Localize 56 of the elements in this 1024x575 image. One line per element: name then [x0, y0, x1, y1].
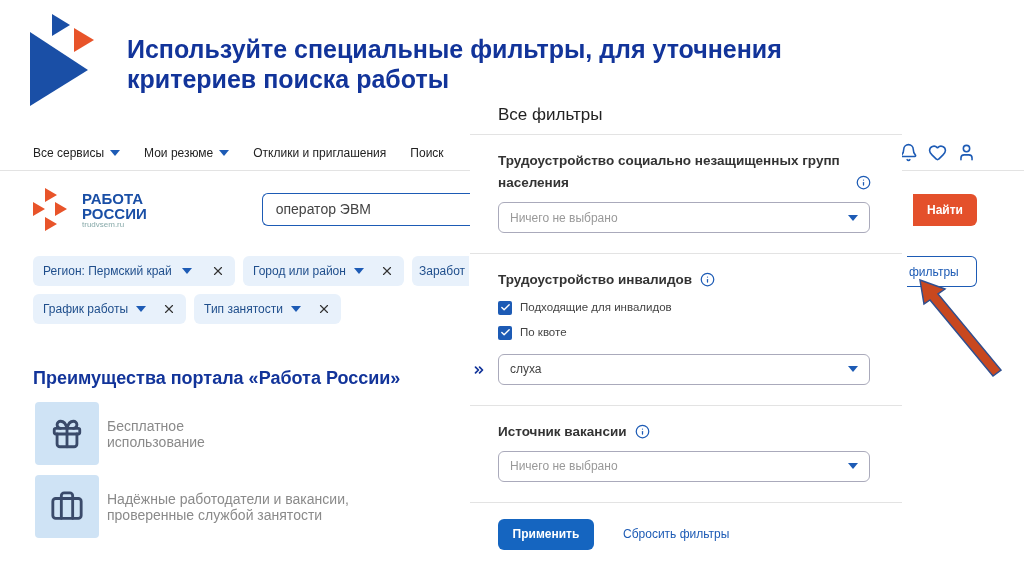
chip-label: График работы: [43, 301, 129, 318]
caret-icon: [219, 149, 230, 156]
caret-icon: [290, 306, 301, 312]
caret-icon: [136, 306, 147, 312]
checkbox-label: Подходящие для инвалидов: [520, 300, 672, 315]
feature-text: Бесплатное использование: [107, 417, 206, 450]
select-field[interactable]: слуха: [498, 353, 870, 385]
select-value: слуха: [510, 361, 542, 378]
section-label: Трудоустройство социально незащищенных групп населения: [498, 152, 841, 192]
caret-icon: [848, 463, 858, 469]
section-label: Трудоустройство инвалидов: [498, 271, 692, 289]
info-icon[interactable]: [700, 272, 715, 287]
feature-text: Надёжные работодатели и вакансии, проверенные службой занятости: [107, 490, 350, 523]
nav-item[interactable]: Поиск: [410, 143, 444, 162]
chip-label: Город или район: [253, 263, 346, 280]
panel-title: Все фильтры: [498, 105, 603, 124]
filter-chip[interactable]: Тип занятости: [194, 294, 341, 324]
nav-item[interactable]: Все сервисы: [33, 143, 121, 162]
caret-icon: [848, 366, 858, 372]
section-label: Источник вакансии: [498, 422, 627, 441]
search-button[interactable]: Найти: [913, 193, 977, 226]
checkbox-label: По квоте: [520, 325, 567, 341]
caret-icon: [110, 149, 121, 156]
nav-item[interactable]: Мои резюме: [144, 143, 230, 162]
select-placeholder: Ничего не выбрано: [510, 458, 618, 475]
section-heading: Преимущества портала «Работа России»: [33, 367, 401, 390]
caret-icon: [353, 268, 364, 274]
filter-chip[interactable]: Заработ: [412, 256, 469, 286]
select-placeholder: Ничего не выбрано: [510, 209, 618, 227]
filter-chip[interactable]: Город или район: [243, 256, 404, 286]
caret-icon: [848, 214, 858, 221]
close-icon[interactable]: [211, 264, 225, 278]
filter-chip[interactable]: Регион: Пермский край: [33, 256, 235, 286]
site-logo[interactable]: РАБОТА РОССИИ trudvsem.ru: [33, 187, 147, 232]
user-icon[interactable]: [957, 143, 976, 162]
checkbox[interactable]: [498, 325, 512, 340]
chip-label: Регион: Пермский край: [43, 263, 172, 280]
logo-text: РОССИИ: [82, 205, 147, 221]
checkbox[interactable]: [498, 300, 512, 315]
reset-link[interactable]: Сбросить фильтры: [623, 525, 730, 543]
info-icon[interactable]: [634, 423, 650, 439]
apply-button[interactable]: Применить: [498, 518, 594, 550]
filter-chip[interactable]: График работы: [33, 294, 187, 324]
info-icon[interactable]: [856, 175, 871, 190]
nav-item[interactable]: Отклики и приглашения: [253, 143, 387, 162]
feature-icon: [35, 402, 99, 465]
chip-label: Тип занятости: [204, 301, 283, 318]
logo-text: РАБОТА: [82, 190, 145, 206]
slide-title: Используйте специальные фильтры, для уточнения критериев поиска работы: [127, 34, 783, 94]
logo-url: trudvsem.ru: [82, 220, 126, 229]
bell-icon[interactable]: [899, 143, 918, 162]
close-icon[interactable]: [380, 264, 394, 278]
caret-icon: [182, 268, 193, 274]
feature-icon: [35, 475, 99, 538]
chip-label: Заработ: [419, 263, 466, 280]
heart-icon[interactable]: [928, 143, 947, 162]
